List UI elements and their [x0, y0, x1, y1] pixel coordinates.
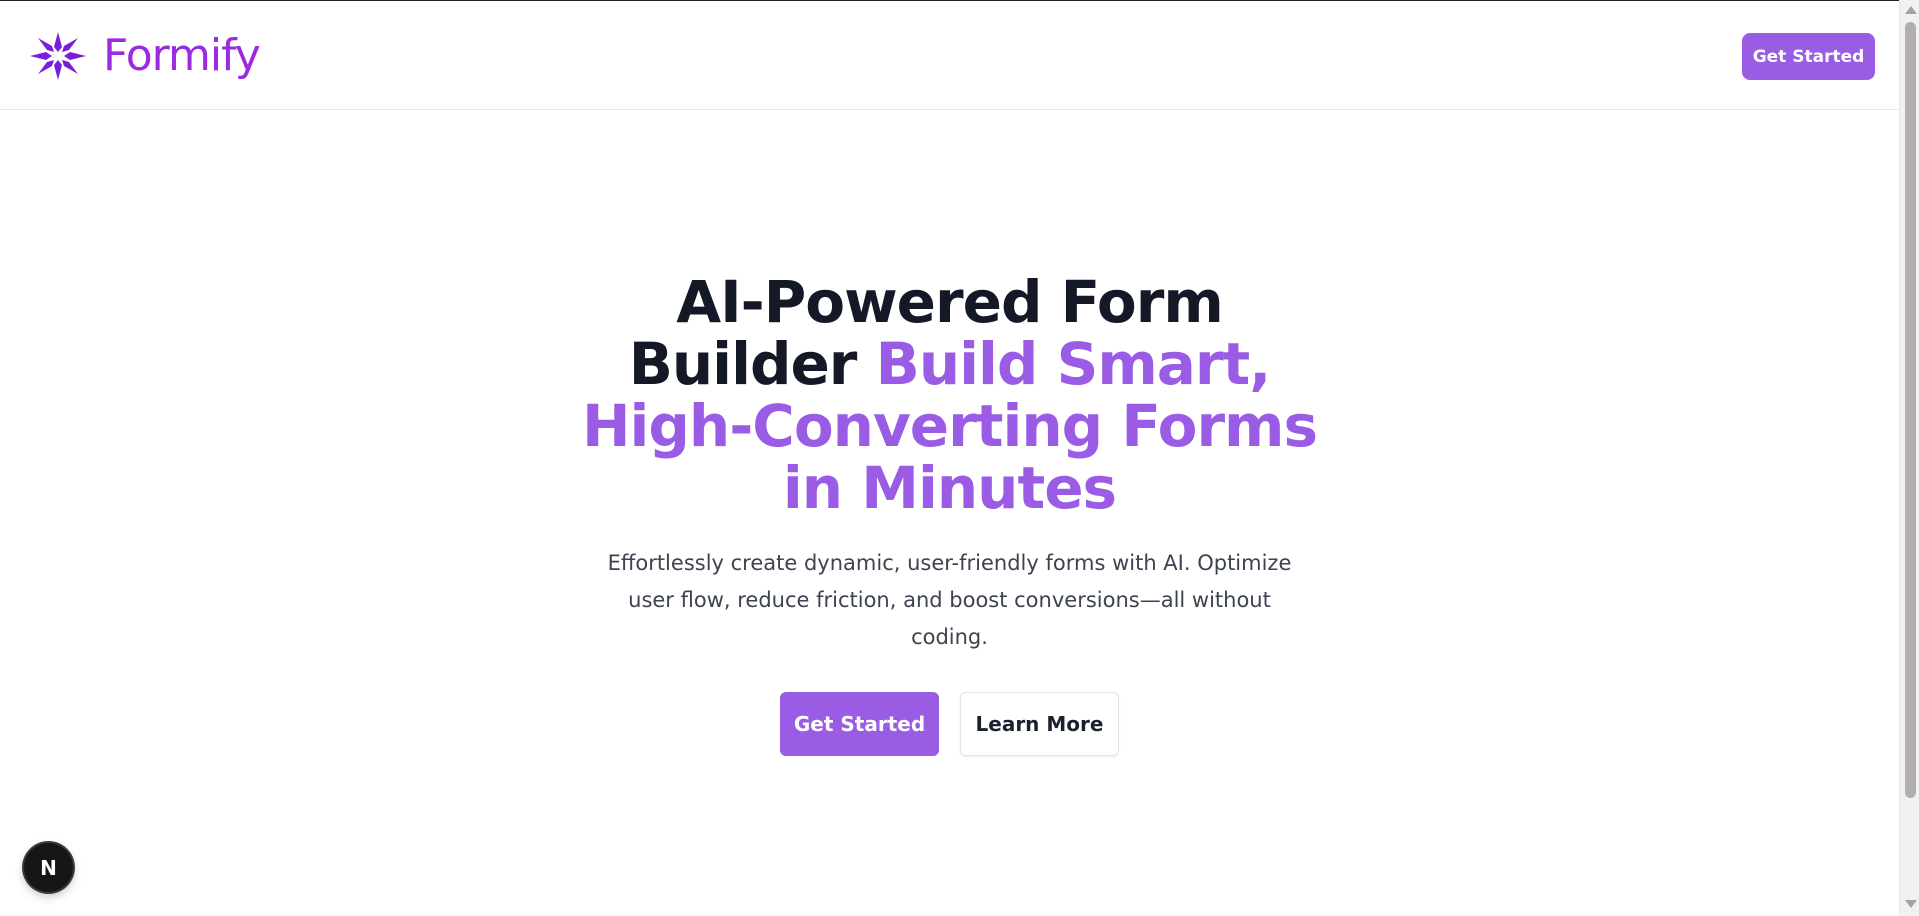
scroll-up-arrow-icon[interactable]: [1905, 6, 1917, 14]
scrollbar-thumb[interactable]: [1905, 22, 1916, 798]
scroll-down-arrow-icon[interactable]: [1905, 900, 1917, 908]
site-header: Formify Get Started: [0, 2, 1899, 110]
brand-logo-link[interactable]: Formify: [27, 28, 261, 84]
vertical-scrollbar[interactable]: [1899, 0, 1919, 916]
hero-subtitle: Effortlessly create dynamic, user-friend…: [607, 551, 1292, 649]
hero-section: AI-Powered Form Builder Build Smart, Hig…: [0, 271, 1899, 756]
dev-badge-letter: N: [40, 855, 57, 880]
nextjs-dev-indicator-icon[interactable]: N: [24, 843, 73, 892]
brand-name: Formify: [103, 30, 261, 81]
hero-get-started-button[interactable]: Get Started: [780, 692, 939, 756]
hero-actions: Get Started Learn More: [780, 692, 1119, 756]
hero-title: AI-Powered Form Builder Build Smart, Hig…: [570, 271, 1330, 519]
asterisk-star-logo-icon: [27, 30, 89, 82]
hero-learn-more-button[interactable]: Learn More: [960, 692, 1119, 756]
page-viewport: Formify Get Started AI-Powered Form Buil…: [0, 0, 1899, 916]
header-get-started-button[interactable]: Get Started: [1742, 33, 1875, 80]
